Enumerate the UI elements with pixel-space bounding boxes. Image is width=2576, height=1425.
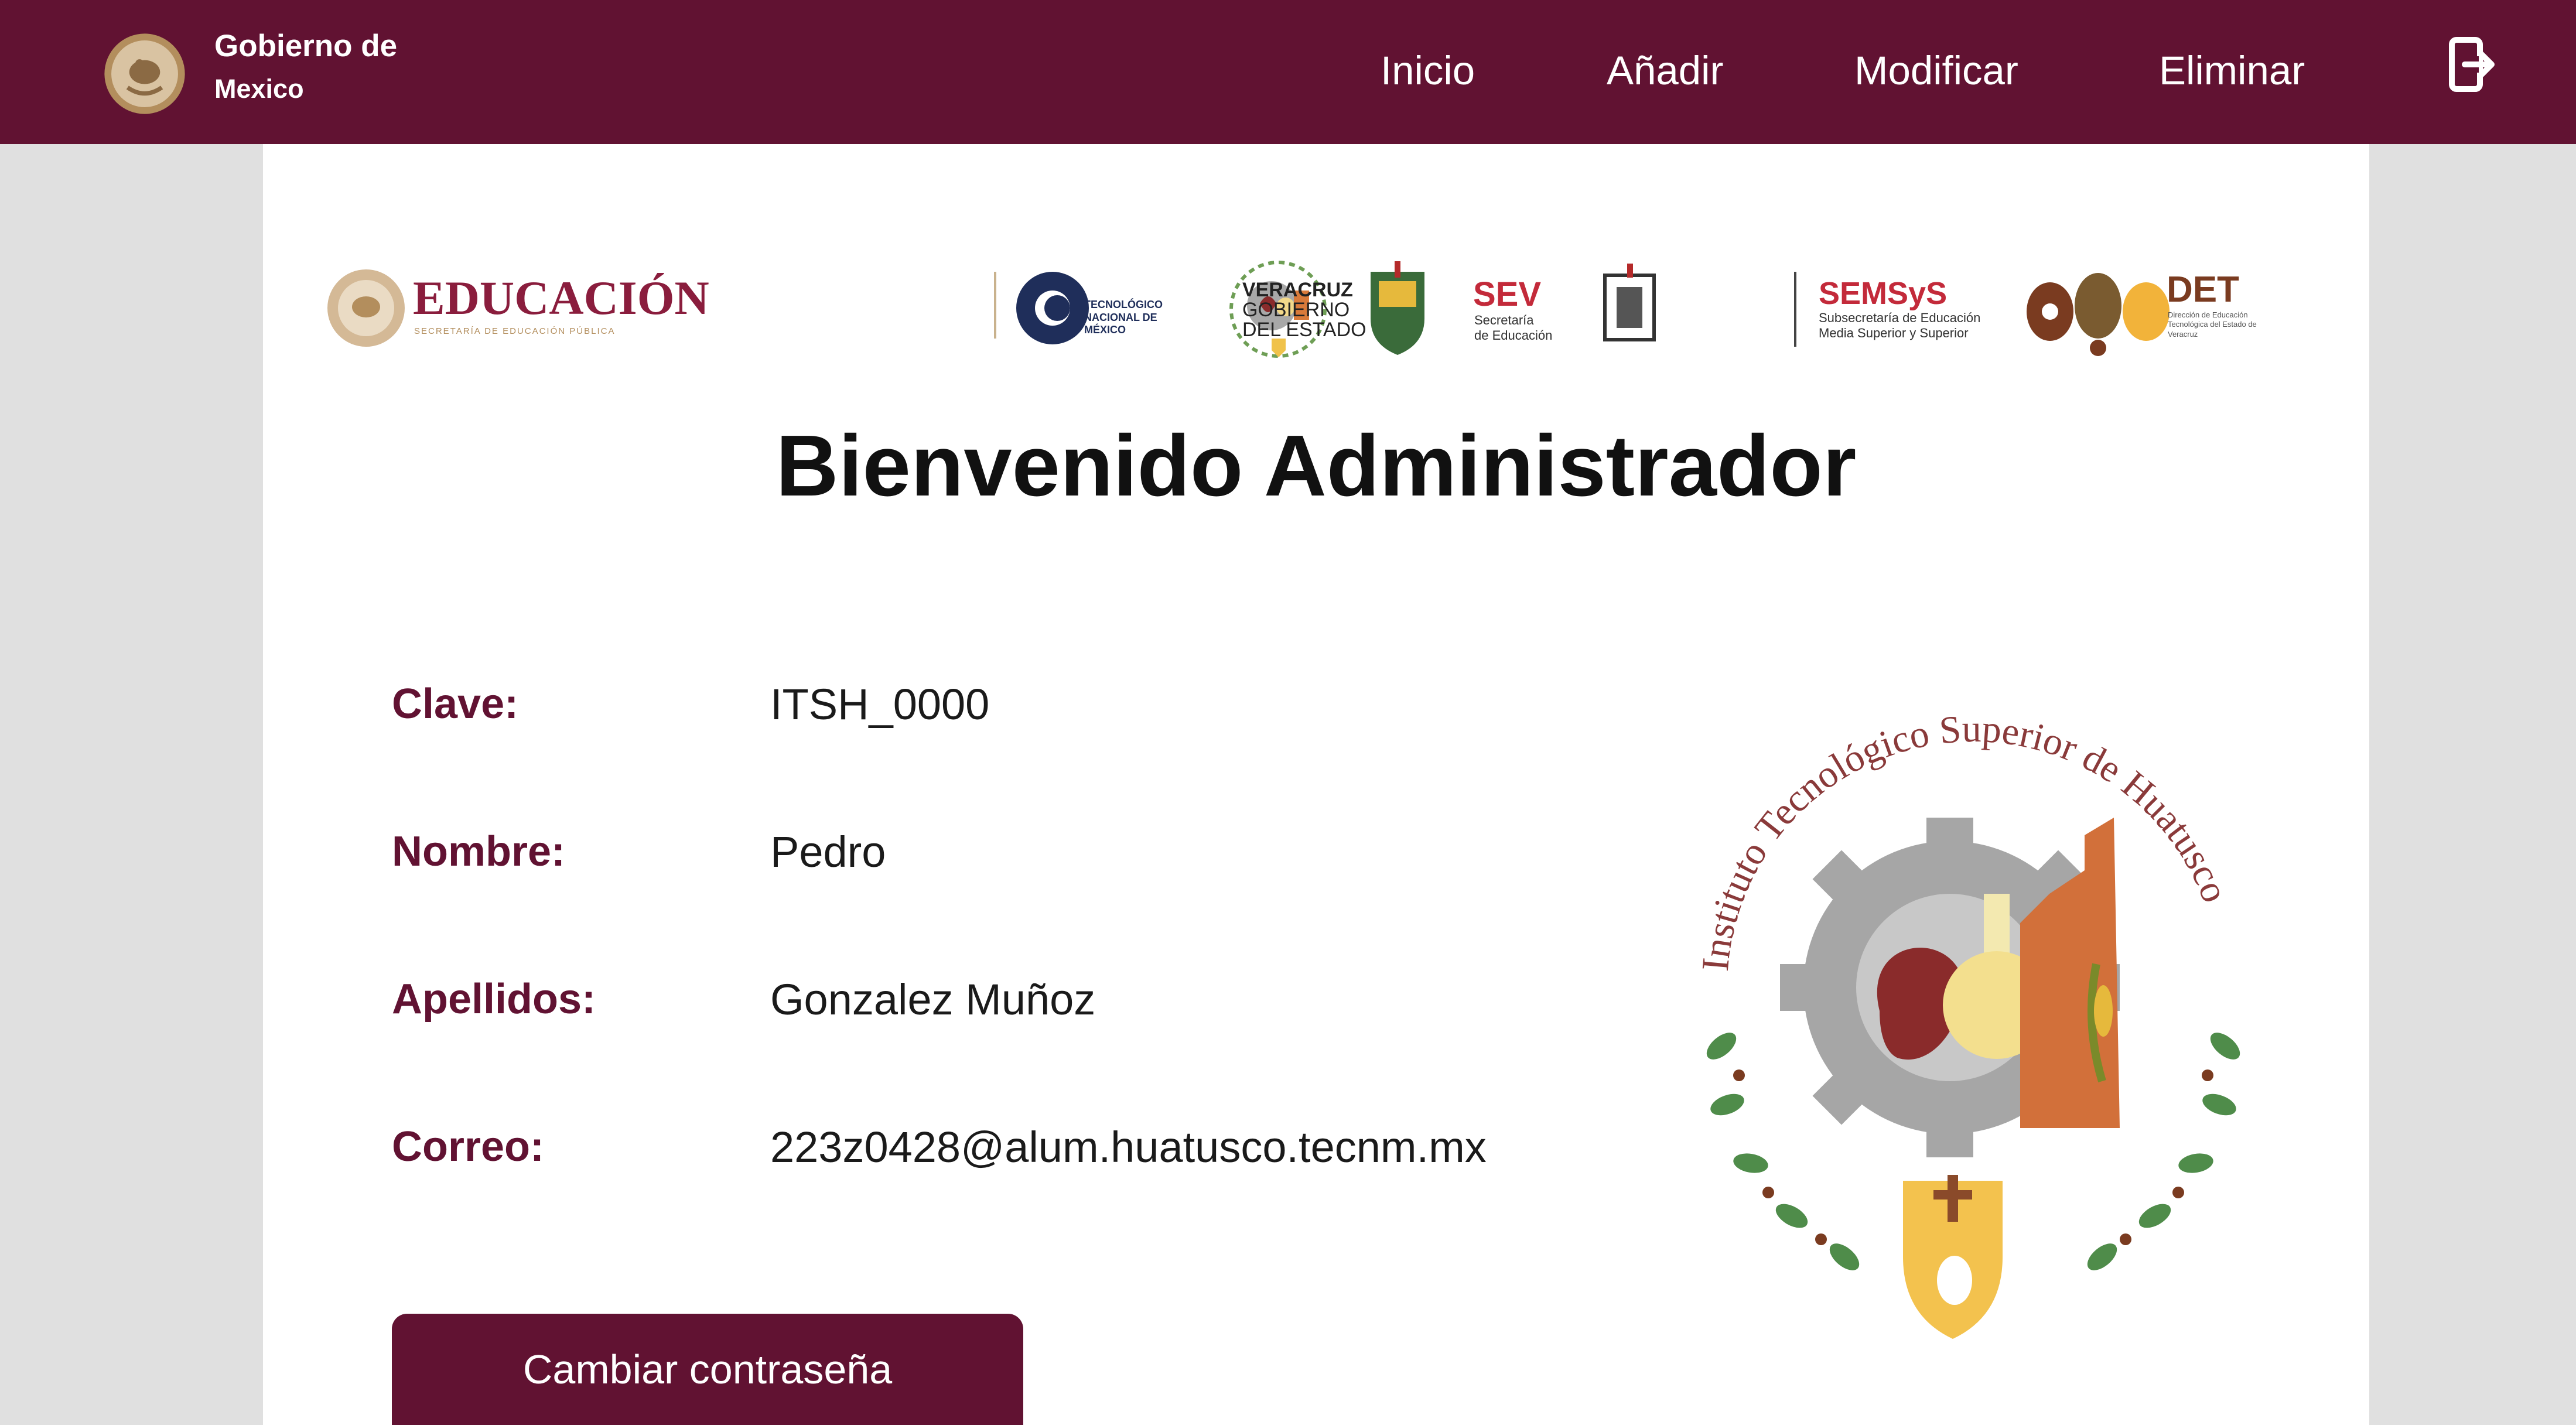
educacion-logo-text: EDUCACIÓN xyxy=(413,271,709,324)
top-navbar: Gobierno de Mexico Inicio Añadir Modific… xyxy=(0,0,2576,144)
apellidos-value: Gonzalez Muñoz xyxy=(770,975,1096,1024)
nav-modificar[interactable]: Modificar xyxy=(1854,50,2018,91)
government-title: Gobierno de Mexico xyxy=(214,30,397,102)
government-title-line1: Gobierno de xyxy=(214,29,398,63)
government-title-line2: Mexico xyxy=(214,74,304,104)
logout-icon[interactable] xyxy=(2448,36,2495,93)
veracruz-logo-line2: GOBIERNO xyxy=(1242,299,1350,321)
itsh-institute-logo: Instituto Tecnológico Superior de Huatus… xyxy=(1694,708,2240,1339)
semsys-logo-text: SEMSyS xyxy=(1819,276,1948,311)
semsys-logo-subtitle1: Subsecretaría de Educación xyxy=(1819,310,1981,325)
clave-value: ITSH_0000 xyxy=(770,680,990,729)
det-logo-icon xyxy=(2027,273,2170,356)
veracruz-logo-line3: DEL ESTADO xyxy=(1242,319,1366,341)
det-logo-text: DET xyxy=(2167,269,2239,310)
veracruz-logo-line1: VERACRUZ xyxy=(1242,279,1353,301)
mexico-coat-of-arms-icon xyxy=(104,33,185,114)
educacion-logo-subtitle: SECRETARÍA DE EDUCACIÓN PÚBLICA xyxy=(414,326,616,336)
sev-logo-icon xyxy=(1603,264,1656,341)
nombre-value: Pedro xyxy=(770,828,886,876)
tecnm-gear-icon xyxy=(1016,272,1089,344)
change-password-button[interactable]: Cambiar contraseña xyxy=(392,1314,1023,1425)
nav-anadir[interactable]: Añadir xyxy=(1607,50,1723,91)
rabbit-icon xyxy=(1937,1256,1972,1305)
nav-inicio[interactable]: Inicio xyxy=(1381,50,1475,91)
nav-eliminar[interactable]: Eliminar xyxy=(2159,50,2305,91)
welcome-title: Bienvenido Administrador xyxy=(775,418,1857,514)
sev-logo-subtitle2: de Educación xyxy=(1474,328,1553,343)
sev-logo-text: SEV xyxy=(1473,275,1542,313)
correo-label: Correo: xyxy=(392,1123,545,1170)
det-logo-subtitle: Dirección de Educación Tecnológica del E… xyxy=(2168,310,2257,339)
veracruz-shield-icon xyxy=(1371,261,1424,355)
clave-label: Clave: xyxy=(392,681,519,727)
sep-seal-icon xyxy=(327,269,405,347)
semsys-logo-subtitle2: Media Superior y Superior xyxy=(1819,326,1969,340)
institution-logo-strip: EDUCACIÓN SECRETARÍA DE EDUCACIÓN PÚBLIC… xyxy=(322,203,2313,449)
sev-logo-subtitle1: Secretaría xyxy=(1474,313,1534,327)
main-card: EDUCACIÓN SECRETARÍA DE EDUCACIÓN PÚBLIC… xyxy=(263,144,2369,1425)
apellidos-label: Apellidos: xyxy=(392,976,596,1023)
tecnm-logo-text: TECNOLÓGICO NACIONAL DE MÉXICO xyxy=(1084,299,1163,336)
correo-value: 223z0428@alum.huatusco.tecnm.mx xyxy=(770,1123,1487,1171)
nombre-label: Nombre: xyxy=(392,828,566,875)
